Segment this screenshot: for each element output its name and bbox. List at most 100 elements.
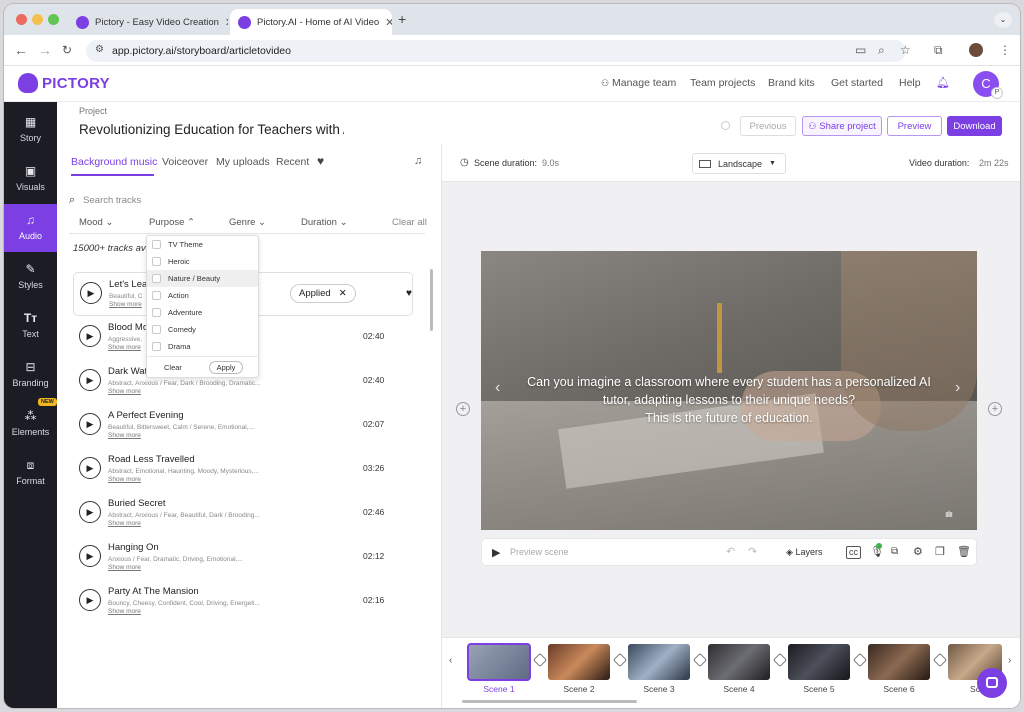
gear-icon[interactable]: ⚙ <box>913 545 923 558</box>
maximize-window-dot[interactable] <box>48 14 59 25</box>
browser-tab-1[interactable]: Pictory - Easy Video Creation ✕ <box>68 9 228 35</box>
sidebar-item-visuals[interactable]: ▣ Visuals <box>4 155 57 203</box>
scene-transition-icon[interactable] <box>692 652 708 668</box>
track-item[interactable]: ▶ A Perfect Evening Beautiful, Bitterswe… <box>73 404 413 448</box>
show-more-link[interactable]: Show more <box>108 476 141 483</box>
manage-team-link[interactable]: ⚇ Manage team <box>601 77 676 89</box>
mood-filter[interactable]: Mood ⌄ <box>79 217 113 228</box>
checkbox[interactable] <box>152 291 161 300</box>
clear-all-link[interactable]: Clear all <box>392 217 427 228</box>
track-list-scrollbar[interactable] <box>430 269 433 331</box>
favorite-heart-icon[interactable]: ♥ <box>406 288 412 299</box>
play-icon[interactable]: ▶ <box>79 325 101 347</box>
show-more-link[interactable]: Show more <box>109 301 142 308</box>
captions-icon[interactable]: cc <box>846 546 861 559</box>
checkbox[interactable] <box>152 325 161 334</box>
purpose-filter[interactable]: Purpose ⌃ <box>149 217 195 228</box>
team-projects-link[interactable]: Team projects <box>690 77 755 89</box>
play-icon[interactable]: ▶ <box>80 282 102 304</box>
dropdown-clear-button[interactable]: Clear <box>164 363 182 372</box>
site-info-icon[interactable]: ⚙ <box>95 44 104 55</box>
layers-button[interactable]: ◈ Layers <box>786 547 822 558</box>
track-item[interactable]: ▶ Party At The Mansion Bouncy, Cheesy, C… <box>73 580 413 624</box>
previous-button[interactable]: Previous <box>740 116 796 136</box>
scroll-right-icon[interactable]: › <box>1008 655 1011 666</box>
genre-filter[interactable]: Genre ⌄ <box>229 217 266 228</box>
add-scene-after-icon[interactable]: + <box>988 402 1002 416</box>
play-icon[interactable]: ▶ <box>79 457 101 479</box>
tab-background-music[interactable]: Background music <box>71 156 157 168</box>
scene-thumbnail[interactable] <box>788 644 850 680</box>
profile-avatar-icon[interactable] <box>969 43 983 57</box>
minimize-window-dot[interactable] <box>32 14 43 25</box>
show-more-link[interactable]: Show more <box>108 564 141 571</box>
pictory-logo[interactable]: PICTORY <box>18 73 110 93</box>
back-icon[interactable]: ← <box>14 42 28 58</box>
scene-thumbnail[interactable] <box>548 644 610 680</box>
play-icon[interactable]: ▶ <box>79 413 101 435</box>
cast-icon[interactable]: ▭ <box>855 43 866 57</box>
play-icon[interactable]: ▶ <box>79 589 101 611</box>
scroll-left-icon[interactable]: ‹ <box>449 655 452 666</box>
extensions-icon[interactable]: ⧉ <box>934 43 943 58</box>
checkbox[interactable] <box>152 308 161 317</box>
search-tracks-field[interactable]: ⌕ Search tracks <box>69 194 141 207</box>
download-button[interactable]: Download <box>947 116 1002 136</box>
new-tab-icon[interactable]: + <box>398 11 406 27</box>
tab-voiceover[interactable]: Voiceover <box>162 156 208 168</box>
purpose-option[interactable]: Heroic <box>147 253 258 270</box>
share-project-button[interactable]: ⚇ Share project <box>802 116 882 136</box>
scene-thumbnail[interactable] <box>868 644 930 680</box>
orientation-select[interactable]: Landscape ▼ <box>692 153 786 174</box>
preview-scene-label[interactable]: Preview scene <box>510 547 569 557</box>
close-window-dot[interactable] <box>16 14 27 25</box>
checkbox[interactable] <box>152 274 161 283</box>
play-icon[interactable]: ▶ <box>79 545 101 567</box>
scene-transition-icon[interactable] <box>932 652 948 668</box>
sidebar-item-format[interactable]: ⧈ Format <box>4 449 57 497</box>
help-link[interactable]: Help <box>899 77 921 89</box>
bookmark-star-icon[interactable]: ☆ <box>900 43 911 57</box>
sidebar-item-story[interactable]: ▦ Story <box>4 106 57 154</box>
redo-icon[interactable]: ↷ <box>748 545 757 558</box>
sidebar-item-text[interactable]: Tт Text <box>4 302 57 350</box>
zoom-icon[interactable]: ⌕ <box>878 43 885 58</box>
reload-icon[interactable]: ↻ <box>62 43 72 57</box>
duplicate-icon[interactable]: ❐ <box>935 545 945 558</box>
get-started-link[interactable]: Get started <box>831 77 883 89</box>
show-more-link[interactable]: Show more <box>108 388 141 395</box>
favorites-heart-icon[interactable]: ♥ <box>317 154 324 168</box>
user-avatar[interactable]: C P <box>973 71 1003 99</box>
track-item[interactable]: ▶ Buried Secret Abstract, Anxious / Fear… <box>73 492 413 536</box>
remove-applied-icon[interactable]: ✕ <box>339 288 347 299</box>
duration-filter[interactable]: Duration ⌄ <box>301 217 348 228</box>
sidebar-item-elements[interactable]: NEW ⁂ Elements <box>4 398 57 448</box>
purpose-option[interactable]: Comedy <box>147 321 258 338</box>
checkbox[interactable] <box>152 240 161 249</box>
undo-icon[interactable]: ↶ <box>726 545 735 558</box>
track-item[interactable]: ▶ Road Less Travelled Abstract, Emotiona… <box>73 448 413 492</box>
play-scene-icon[interactable]: ▶ <box>492 546 500 559</box>
scene-thumbnail[interactable] <box>708 644 770 680</box>
scene-strip-scrollbar[interactable] <box>462 700 637 703</box>
add-scene-before-icon[interactable]: + <box>456 402 470 416</box>
delete-icon[interactable]: 🗑︎ <box>957 545 971 558</box>
project-title[interactable]: Revolutionizing Education for Teachers w… <box>79 122 344 137</box>
sidebar-item-audio[interactable]: ♫ Audio <box>4 204 57 252</box>
chat-support-button[interactable] <box>977 668 1007 698</box>
sidebar-item-branding[interactable]: ⊟ Branding <box>4 351 57 399</box>
play-icon[interactable]: ▶ <box>79 501 101 523</box>
next-slide-icon[interactable]: › <box>955 379 960 397</box>
tab-my-uploads[interactable]: My uploads <box>216 156 270 168</box>
play-icon[interactable]: ▶ <box>79 369 101 391</box>
close-tab-icon[interactable]: ✕ <box>385 16 392 29</box>
prev-slide-icon[interactable]: ‹ <box>495 379 500 397</box>
scene-settings-icon[interactable]: ⧉ <box>891 546 898 557</box>
sidebar-item-styles[interactable]: ✎ Styles <box>4 253 57 301</box>
scene-thumbnail[interactable] <box>628 644 690 680</box>
preview-button[interactable]: Preview <box>887 116 942 136</box>
tab-search-icon[interactable]: ⌄ <box>994 12 1012 28</box>
scene-transition-icon[interactable] <box>612 652 628 668</box>
purpose-option[interactable]: Adventure <box>147 304 258 321</box>
dropdown-apply-button[interactable]: Apply <box>209 361 243 374</box>
